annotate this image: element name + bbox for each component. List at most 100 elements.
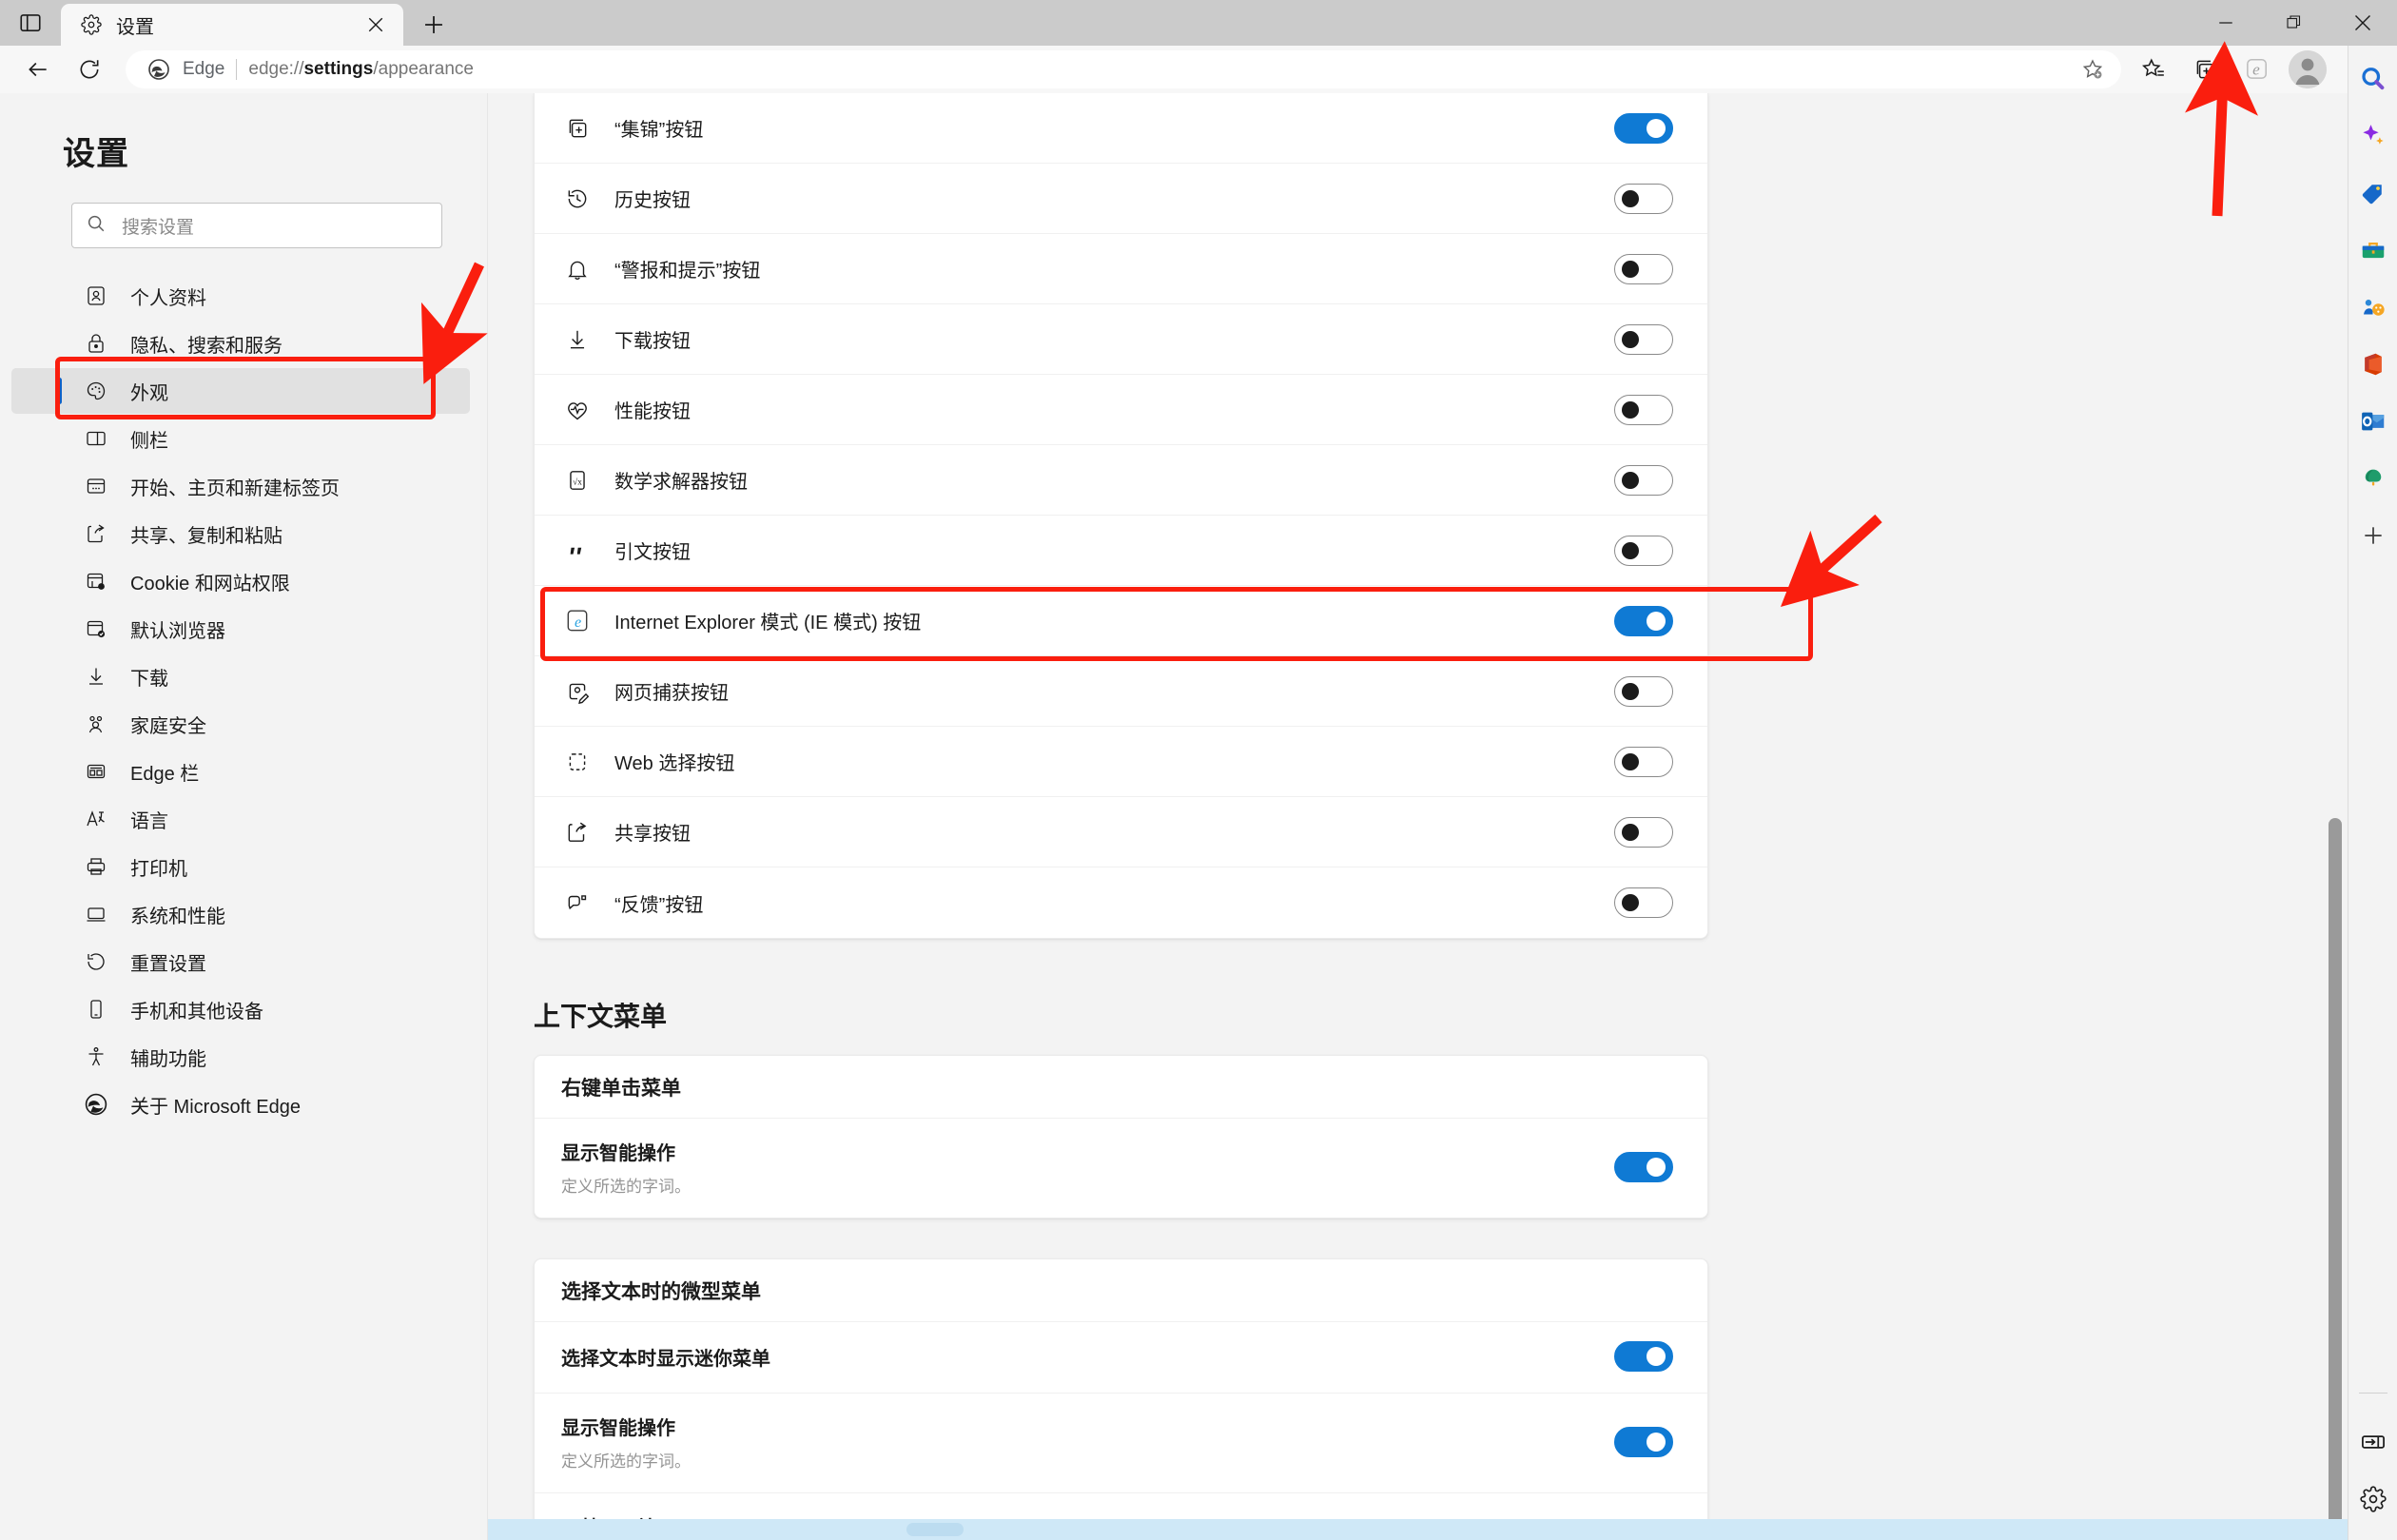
toggle-citation[interactable]: [1614, 535, 1673, 566]
shopping-tag-icon[interactable]: [2357, 177, 2389, 209]
toolbar-row-web-capture[interactable]: 网页捕获按钮: [535, 656, 1707, 727]
sidebar-item-share-copy-paste[interactable]: 共享、复制和粘贴: [11, 511, 470, 556]
toolbar-row-collections[interactable]: “集锦”按钮: [535, 93, 1707, 164]
toggle-collections[interactable]: [1614, 112, 1673, 144]
sidebar-item-edge-bar[interactable]: Edge 栏: [11, 749, 470, 794]
copilot-sparkle-icon[interactable]: [2357, 120, 2389, 152]
sidebar-item-system-performance[interactable]: 系统和性能: [11, 891, 470, 937]
sidebar-item-phones-devices[interactable]: 手机和其他设备: [11, 986, 470, 1032]
toggle-show-smart-actions-mini[interactable]: [1614, 1427, 1673, 1457]
toolbar-row-performance[interactable]: 性能按钮: [535, 375, 1707, 445]
row-label: 性能按钮: [614, 401, 691, 422]
web-select-icon: [561, 750, 594, 774]
address-bar[interactable]: Edge edge://settings/appearance: [126, 50, 2121, 88]
address-divider: [236, 59, 238, 80]
sidebar-nav-list: 个人资料 隐私、搜索和服务 外观 侧栏 开始、主页和新建标签页 共享、复制和粘贴…: [0, 273, 487, 1127]
row-show-smart-actions-rightclick[interactable]: 显示智能操作 定义所选的字词。: [535, 1119, 1707, 1218]
page-content: 设置 搜索设置 个人资料 隐私、搜索和服务 外观 侧栏 开始、主页和新建标签页 …: [0, 93, 2348, 1540]
add-favorite-icon[interactable]: [2074, 50, 2112, 88]
ie-mode-toolbar-button[interactable]: e: [2231, 49, 2281, 89]
toolbar-row-share[interactable]: 共享按钮: [535, 797, 1707, 867]
games-icon[interactable]: [2357, 291, 2389, 323]
row-title: 显示智能操作: [561, 1418, 675, 1439]
sidebar-item-default-browser[interactable]: 默认浏览器: [11, 606, 470, 652]
row-show-smart-actions-mini[interactable]: 显示智能操作 定义所选的字词。: [535, 1394, 1707, 1493]
toggle-share[interactable]: [1614, 816, 1673, 848]
sidebar-item-printers[interactable]: 打印机: [11, 844, 470, 889]
default-browser-icon: [83, 615, 109, 642]
printer-icon: [83, 853, 109, 880]
collections-button[interactable]: [2180, 49, 2230, 89]
reload-button[interactable]: [65, 49, 114, 89]
outlook-icon[interactable]: [2357, 405, 2389, 438]
toggle-show-smart-actions-rightclick[interactable]: [1614, 1152, 1673, 1182]
toolbar-row-ie-mode[interactable]: e Internet Explorer 模式 (IE 模式) 按钮: [535, 586, 1707, 656]
sidebar-item-languages[interactable]: 语言: [11, 796, 470, 842]
toolbar-row-web-select[interactable]: Web 选择按钮: [535, 727, 1707, 797]
row-title: 显示智能操作: [561, 1143, 675, 1164]
toggle-ie-mode[interactable]: [1614, 605, 1673, 636]
horizontal-scrollbar-thumb[interactable]: [906, 1523, 964, 1536]
toolbar-row-alerts[interactable]: “警报和提示”按钮: [535, 234, 1707, 304]
toolbar-row-citation[interactable]: 引文按钮: [535, 516, 1707, 586]
card-heading-right-click-menu: 右键单击菜单: [535, 1056, 1707, 1119]
toggle-web-capture[interactable]: [1614, 675, 1673, 707]
system-icon: [83, 901, 109, 927]
sidebar-item-downloads[interactable]: 下载: [11, 653, 470, 699]
search-placeholder: 搜索设置: [122, 217, 195, 238]
close-icon[interactable]: [358, 7, 394, 43]
url-bold: settings: [303, 59, 374, 79]
avatar[interactable]: [2283, 49, 2332, 89]
minimize-button[interactable]: [2192, 0, 2260, 46]
url-suffix: /appearance: [373, 59, 474, 79]
sidebar-item-privacy[interactable]: 隐私、搜索和服务: [11, 321, 470, 366]
back-button[interactable]: [13, 49, 63, 89]
vertical-scrollbar-thumb[interactable]: [2329, 818, 2342, 1540]
horizontal-scrollbar[interactable]: [488, 1519, 2348, 1540]
toggle-feedback[interactable]: [1614, 887, 1673, 918]
sidebar-item-cookies-permissions[interactable]: Cookie 和网站权限: [11, 558, 470, 604]
toggle-math-solver[interactable]: [1614, 464, 1673, 496]
sidebar-item-reset-settings[interactable]: 重置设置: [11, 939, 470, 984]
tab-actions-button[interactable]: [0, 0, 61, 46]
toggle-alerts[interactable]: [1614, 253, 1673, 284]
edgebar-divider: [2358, 1393, 2387, 1394]
sidebar-item-sidebar[interactable]: 侧栏: [11, 416, 470, 461]
citation-icon: [561, 538, 594, 563]
sidebar-item-about-edge[interactable]: 关于 Microsoft Edge: [11, 1082, 470, 1127]
expand-panel-icon[interactable]: [2357, 1426, 2389, 1458]
sidebar-item-start-home-newtab[interactable]: 开始、主页和新建标签页: [11, 463, 470, 509]
sidebar-item-family-safety[interactable]: 家庭安全: [11, 701, 470, 747]
tools-toolbox-icon[interactable]: [2357, 234, 2389, 266]
browser-tab-settings[interactable]: 设置: [61, 4, 403, 46]
office-icon[interactable]: [2357, 348, 2389, 380]
close-window-button[interactable]: [2329, 0, 2397, 46]
toggle-downloads[interactable]: [1614, 323, 1673, 355]
maximize-button[interactable]: [2260, 0, 2329, 46]
toolbar-row-math-solver[interactable]: √x 数学求解器按钮: [535, 445, 1707, 516]
favorites-button[interactable]: [2129, 49, 2178, 89]
sidebar-item-profile[interactable]: 个人资料: [11, 273, 470, 319]
toggle-show-mini-menu[interactable]: [1614, 1341, 1673, 1372]
toggle-history[interactable]: [1614, 183, 1673, 214]
toggle-performance[interactable]: [1614, 394, 1673, 425]
drop-cloud-icon[interactable]: [2357, 462, 2389, 495]
math-solver-icon: √x: [561, 468, 594, 493]
toggle-web-select[interactable]: [1614, 746, 1673, 777]
search-input[interactable]: 搜索设置: [71, 203, 442, 248]
sidebar-item-label: 打印机: [130, 858, 187, 880]
sidebar-item-appearance[interactable]: 外观: [11, 368, 470, 414]
add-plus-icon[interactable]: [2357, 519, 2389, 552]
settings-gear-icon[interactable]: [2357, 1483, 2389, 1515]
new-tab-button[interactable]: [411, 4, 457, 46]
toolbar-row-downloads[interactable]: 下载按钮: [535, 304, 1707, 375]
toolbar-row-feedback[interactable]: “反馈”按钮: [535, 867, 1707, 938]
toolbar-row-history[interactable]: 历史按钮: [535, 164, 1707, 234]
home-icon: [83, 473, 109, 499]
sidebar-item-accessibility[interactable]: 辅助功能: [11, 1034, 470, 1080]
row-show-mini-menu[interactable]: 选择文本时显示迷你菜单: [535, 1322, 1707, 1394]
search-icon[interactable]: [2357, 63, 2389, 95]
row-label: 引文按钮: [614, 542, 691, 563]
row-label: 下载按钮: [614, 331, 691, 352]
row-text: 显示智能操作 定义所选的字词。: [561, 1413, 1614, 1472]
